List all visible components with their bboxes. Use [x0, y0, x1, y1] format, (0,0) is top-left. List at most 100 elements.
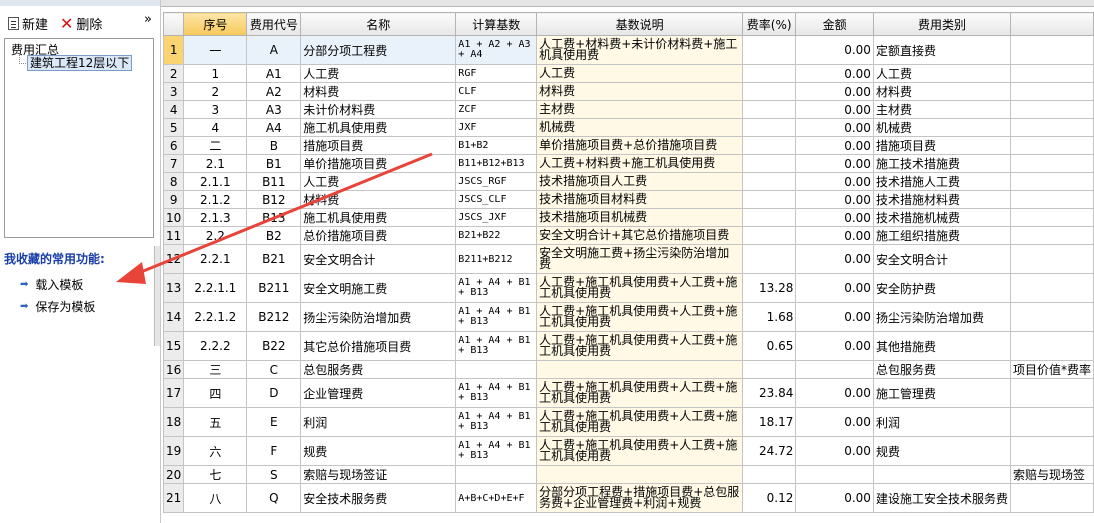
cell-seq[interactable]: 2.1.2 — [183, 190, 248, 209]
cell-cat[interactable]: 其他措施费 — [872, 331, 1011, 361]
cell-desc[interactable]: 技术措施项目机械费 — [536, 208, 744, 227]
cell-base[interactable]: A1 + A4 + B1 + B13 — [455, 407, 538, 437]
cell-amount[interactable]: 0.00 — [795, 208, 874, 227]
cell-code[interactable]: B2 — [246, 226, 302, 245]
cell-desc[interactable]: 单价措施项目费+总价措施项目费 — [536, 136, 744, 155]
table-row[interactable]: 15 2.2.2 B22 其它总价措施项目费 A1 + A4 + B1 + B13 人工费… — [162, 331, 1094, 361]
cell-name[interactable]: 企业管理费 — [300, 378, 457, 408]
cell-amount[interactable]: 0.00 — [795, 118, 874, 137]
cell-name[interactable]: 扬尘污染防治增加费 — [300, 302, 457, 332]
cell-rate[interactable] — [742, 172, 797, 191]
cell-seq[interactable]: 2.1.1 — [183, 172, 248, 191]
cell-rn[interactable]: 5 — [162, 118, 185, 137]
cell-name[interactable]: 材料费 — [300, 190, 457, 209]
cell-rn[interactable]: 2 — [162, 64, 185, 83]
cell-seq[interactable]: 七 — [183, 465, 248, 484]
cell-rn[interactable]: 11 — [162, 226, 185, 245]
cell-cat[interactable]: 定额直接费 — [872, 35, 1011, 65]
cell-note[interactable] — [1009, 378, 1094, 408]
cell-amount[interactable]: 0.00 — [795, 190, 874, 209]
cell-code[interactable]: B211 — [246, 273, 302, 303]
table-row[interactable]: 17 四 D 企业管理费 A1 + A4 + B1 + B13 人工费+施工机具使用费+人… — [162, 378, 1094, 408]
cell-name[interactable]: 安全技术服务费 — [300, 483, 457, 513]
cell-note[interactable] — [1009, 208, 1094, 227]
cell-cat[interactable]: 施工组织措施费 — [872, 226, 1011, 245]
cell-amount[interactable]: 0.00 — [795, 226, 874, 245]
cell-cat[interactable]: 规费 — [872, 436, 1011, 466]
cell-base[interactable]: A1 + A4 + B1 + B13 — [455, 436, 538, 466]
table-row[interactable]: 3 2 A2 材料费 CLF 材料费 0.00 材料费 — [162, 82, 1094, 101]
cell-rn[interactable]: 3 — [162, 82, 185, 101]
cell-name[interactable]: 安全文明施工费 — [300, 273, 457, 303]
cell-rate[interactable]: 0.12 — [742, 483, 797, 513]
cell-rate[interactable] — [742, 118, 797, 137]
cell-seq[interactable]: 3 — [183, 100, 248, 119]
cell-desc[interactable]: 技术措施项目人工费 — [536, 172, 744, 191]
table-row[interactable]: 19 六 F 规费 A1 + A4 + B1 + B13 人工费+施工机具使用费+人工费+… — [162, 436, 1094, 466]
cell-note[interactable] — [1009, 331, 1094, 361]
cell-seq[interactable]: 2.2 — [183, 226, 248, 245]
cell-name[interactable]: 分部分项工程费 — [300, 35, 457, 65]
cell-amount[interactable]: 0.00 — [795, 35, 874, 65]
cell-code[interactable]: F — [246, 436, 302, 466]
cell-note[interactable] — [1009, 273, 1094, 303]
table-row[interactable]: 6 二 B 措施项目费 B1+B2 单价措施项目费+总价措施项目费 0.00 措施项目费 — [162, 136, 1094, 155]
cell-amount[interactable]: 0.00 — [795, 273, 874, 303]
cell-amount[interactable] — [795, 465, 874, 484]
cell-desc[interactable]: 人工费+施工机具使用费+人工费+施工机具使用费 — [536, 378, 744, 408]
cell-name[interactable]: 总包服务费 — [300, 360, 457, 379]
cell-rate[interactable] — [742, 82, 797, 101]
cell-cat[interactable]: 机械费 — [872, 118, 1011, 137]
cell-rate[interactable]: 18.17 — [742, 407, 797, 437]
cell-cat[interactable]: 总包服务费 — [872, 360, 1011, 379]
cell-note[interactable] — [1009, 118, 1094, 137]
cell-base[interactable] — [455, 360, 538, 379]
cell-name[interactable]: 材料费 — [300, 82, 457, 101]
cell-code[interactable]: D — [246, 378, 302, 408]
cell-name[interactable]: 措施项目费 — [300, 136, 457, 155]
cell-cat[interactable]: 技术措施人工费 — [872, 172, 1011, 191]
cell-note[interactable] — [1009, 244, 1094, 274]
cell-base[interactable]: B11+B12+B13 — [455, 154, 538, 173]
cell-seq[interactable]: 2.2.2 — [183, 331, 248, 361]
cell-seq[interactable]: 四 — [183, 378, 248, 408]
cell-amount[interactable]: 0.00 — [795, 378, 874, 408]
cell-desc[interactable]: 技术措施项目材料费 — [536, 190, 744, 209]
cell-note[interactable]: 项目价值*费率 — [1009, 360, 1094, 379]
header-name[interactable]: 名称 — [300, 12, 457, 36]
cell-name[interactable]: 人工费 — [300, 64, 457, 83]
cell-name[interactable]: 施工机具使用费 — [300, 208, 457, 227]
cell-desc[interactable]: 主材费 — [536, 100, 744, 119]
table-row[interactable]: 16 三 C 总包服务费 总包服务费 项目价值*费率 — [162, 360, 1094, 379]
header-note[interactable] — [1009, 12, 1094, 36]
cell-name[interactable]: 人工费 — [300, 172, 457, 191]
cell-desc[interactable] — [536, 465, 744, 484]
cell-code[interactable]: B13 — [246, 208, 302, 227]
header-base[interactable]: 计算基数 — [455, 12, 538, 36]
cell-cat[interactable]: 施工管理费 — [872, 378, 1011, 408]
left-scrollbar[interactable] — [154, 246, 160, 346]
cell-code[interactable]: B21 — [246, 244, 302, 274]
cell-base[interactable]: JSCS_JXF — [455, 208, 538, 227]
header-desc[interactable]: 基数说明 — [536, 12, 744, 36]
cell-seq[interactable]: 1 — [183, 64, 248, 83]
table-row[interactable]: 2 1 A1 人工费 RGF 人工费 0.00 人工费 — [162, 64, 1094, 83]
cell-cat[interactable]: 扬尘污染防治增加费 — [872, 302, 1011, 332]
cell-rn[interactable]: 16 — [162, 360, 185, 379]
cell-rate[interactable] — [742, 190, 797, 209]
cell-amount[interactable]: 0.00 — [795, 302, 874, 332]
cell-desc[interactable]: 人工费+施工机具使用费+人工费+施工机具使用费 — [536, 273, 744, 303]
table-row[interactable]: 12 2.2.1 B21 安全文明合计 B211+B212 安全文明施工费+扬尘污染防治增… — [162, 244, 1094, 274]
cell-amount[interactable]: 0.00 — [795, 82, 874, 101]
cell-rn[interactable]: 7 — [162, 154, 185, 173]
cell-name[interactable]: 规费 — [300, 436, 457, 466]
cell-seq[interactable]: 三 — [183, 360, 248, 379]
cell-amount[interactable]: 0.00 — [795, 436, 874, 466]
cell-rate[interactable]: 24.72 — [742, 436, 797, 466]
table-row[interactable]: 1 一 A 分部分项工程费 A1 + A2 + A3 + A4 人工费+材料费+未计价材料… — [162, 35, 1094, 65]
cell-base[interactable] — [455, 465, 538, 484]
cell-desc[interactable]: 机械费 — [536, 118, 744, 137]
cell-seq[interactable]: 4 — [183, 118, 248, 137]
cell-name[interactable]: 其它总价措施项目费 — [300, 331, 457, 361]
cell-rate[interactable] — [742, 35, 797, 65]
